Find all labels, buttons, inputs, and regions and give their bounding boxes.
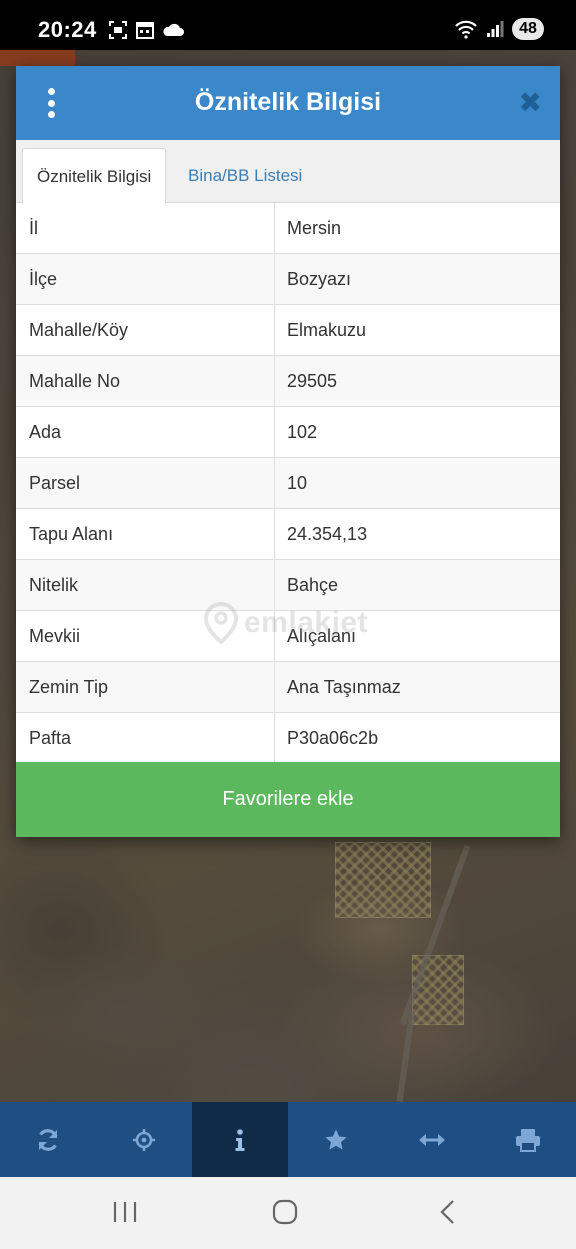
row-value: Ana Taşınmaz [287,677,401,697]
row-key: Zemin Tip [16,662,275,712]
close-icon[interactable]: ✖ [519,86,542,120]
row-value: Bozyazı [287,269,352,289]
status-icons-left [108,20,184,40]
table-row: İl Mersin [16,203,560,254]
table-row: Zemin Tip Ana Taşınmaz [16,662,560,713]
watermark: emlakjet [204,602,368,644]
status-time: 20:24 [38,17,97,42]
table-row: Mahalle No 29505 [16,356,560,407]
info-icon [235,1128,245,1151]
back-button[interactable] [438,1199,456,1230]
print-icon [516,1128,540,1152]
calendar-icon [136,22,154,39]
locate-button[interactable] [96,1102,192,1177]
row-value: P30a06c2b [287,728,379,748]
add-to-favorites-button[interactable]: Favorilere ekle [16,762,560,837]
system-nav-bar [0,1177,576,1249]
cloud-icon [163,23,184,36]
map-toolbar [0,1102,576,1177]
row-value: Elmakuzu [287,320,367,340]
refresh-icon [38,1128,58,1151]
row-key: Ada [16,407,275,457]
recent-apps-icon [113,1202,137,1222]
row-key: Tapu Alanı [16,509,275,559]
status-icons-right: 48 [454,18,544,40]
tab-building-list[interactable]: Bina/BB Listesi [174,148,316,204]
table-row: Ada 102 [16,407,560,458]
row-value: 24.354,13 [287,524,368,544]
battery-icon: 48 [512,18,544,40]
dialog-header: Öznitelik Bilgisi ✖ [16,66,560,140]
table-row: Tapu Alanı 24.354,13 [16,509,560,560]
favorites-button[interactable] [288,1102,384,1177]
row-key: Parsel [16,458,275,508]
row-value: 29505 [287,371,338,391]
row-key: Pafta [16,713,275,763]
row-key: İl [16,203,275,253]
measure-icon [419,1133,445,1146]
tab-bar: Öznitelik Bilgisi Bina/BB Listesi [16,140,560,204]
star-icon [325,1129,347,1150]
watermark-text: emlakjet [244,606,369,639]
back-icon [440,1200,454,1224]
wifi-icon [455,20,477,39]
row-value: Mersin [287,218,342,238]
table-row: Pafta P30a06c2b [16,713,560,764]
info-button[interactable] [192,1102,288,1177]
screenshot-icon [109,21,127,39]
measure-button[interactable] [384,1102,480,1177]
row-value: 10 [287,473,308,493]
dialog-title: Öznitelik Bilgisi [194,88,382,116]
row-value: 102 [287,422,318,442]
table-row: Parsel 10 [16,458,560,509]
attribute-table: İl Mersin İlçe Bozyazı Mahalle/Köy Elmak… [16,203,560,764]
row-key: İlçe [16,254,275,304]
refresh-button[interactable] [0,1102,96,1177]
row-key: Mahalle No [16,356,275,406]
print-button[interactable] [480,1102,576,1177]
location-pin-icon [204,602,238,644]
attribute-dialog: Öznitelik Bilgisi ✖ Öznitelik Bilgisi Bi… [16,66,560,837]
table-row: Mahalle/Köy Elmakuzu [16,305,560,356]
home-button[interactable] [272,1199,298,1230]
signal-icon [487,21,504,37]
tab-attribute-info[interactable]: Öznitelik Bilgisi [22,148,167,204]
locate-icon [133,1128,155,1151]
home-icon [272,1199,298,1225]
table-row: İlçe Bozyazı [16,254,560,305]
recent-apps-button[interactable] [112,1201,138,1228]
row-key: Mahalle/Köy [16,305,275,355]
